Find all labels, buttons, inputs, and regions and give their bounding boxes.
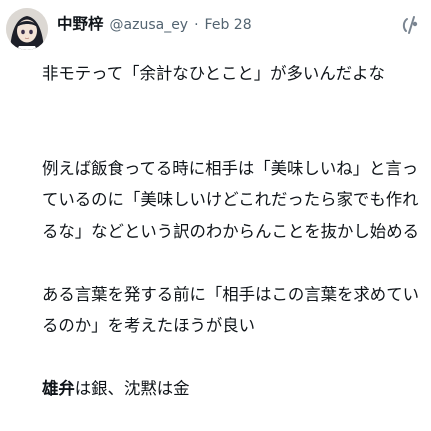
tweet-line-1: 非モテって「余計なひとこと」が多いんだよな <box>42 64 385 83</box>
tweet-date[interactable]: Feb 28 <box>205 17 252 33</box>
tweet-paragraph-2: 例えば飯食ってる時に相手は「美味しいね」と言っているのに「美味しいけどこれだった… <box>42 158 419 241</box>
author-name[interactable]: 中野梓 <box>57 12 104 34</box>
avatar-image <box>6 8 48 50</box>
closing-bold-text: 雄弁 <box>42 379 75 398</box>
author-handle[interactable]: @azusa_ey <box>110 17 189 33</box>
tweet-closing-line: 雄弁は銀、沈黙は金 <box>42 373 423 405</box>
avatar[interactable] <box>6 8 48 50</box>
closing-text: は銀、沈黙は金 <box>74 379 190 398</box>
brand-logo-icon <box>399 14 421 36</box>
tweet-header: 中野梓 @azusa_ey · Feb 28 <box>57 12 252 34</box>
tweet-paragraph-3: ある言葉を発する前に「相手はこの言葉を求めているのか」を考えたほうが良い <box>42 284 419 336</box>
meta-separator: · <box>194 17 199 33</box>
tweet-text: 非モテって「余計なひとこと」が多いんだよな 例えば飯食ってる時に相手は「美味しい… <box>42 58 423 405</box>
